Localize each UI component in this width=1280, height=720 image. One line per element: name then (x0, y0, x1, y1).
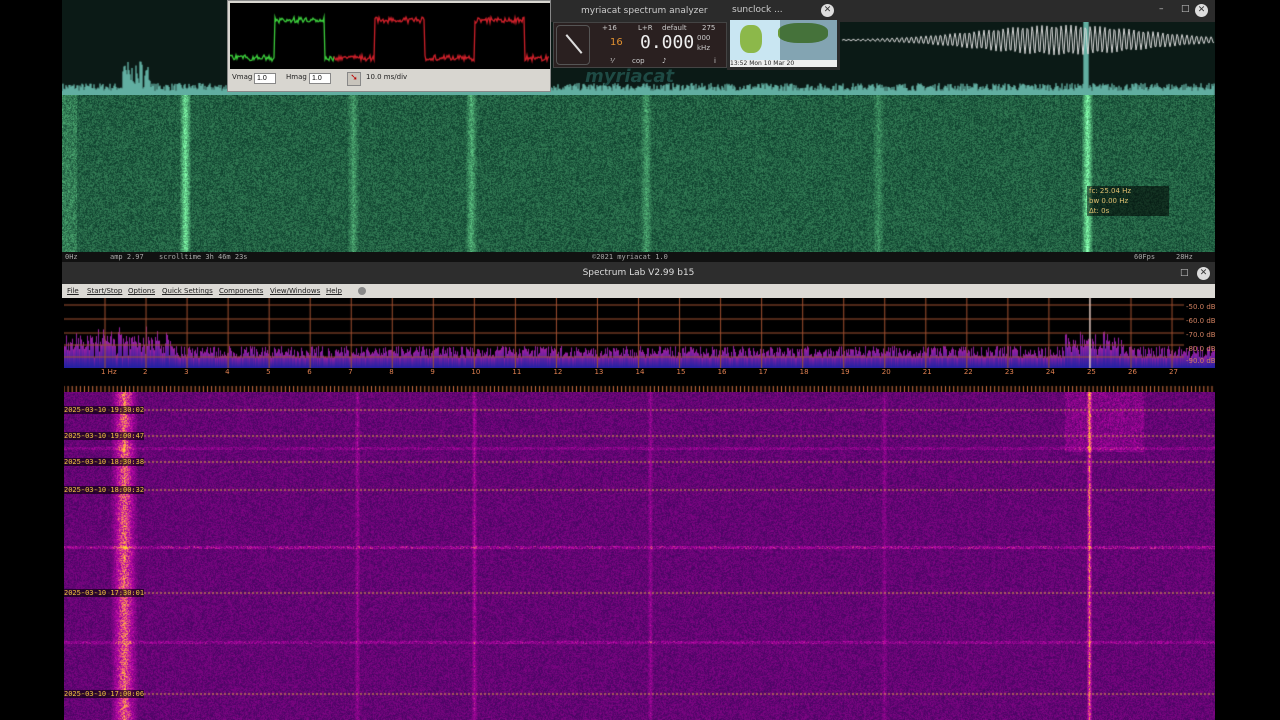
frequency-display: 0.000 (640, 32, 695, 53)
freq-tick-label: 18 (799, 368, 809, 376)
freq-tick-label: 16 (717, 368, 727, 376)
freq-tick-label: 21 (922, 368, 932, 376)
timestamp-label: 2025-03-10 18:30:38 (64, 458, 145, 466)
freq-tick-label: 5 (266, 368, 271, 376)
freq-tick-label: 25 (1086, 368, 1096, 376)
status-scrolltime: scrolltime 3h 46m 23s (159, 253, 248, 261)
top-spectrogram[interactable] (62, 95, 1215, 252)
sunclock-caption: 13:52 Mon 10 Mar 20 (730, 60, 837, 67)
freq-tick-label: 26 (1128, 368, 1137, 376)
freq-tick-label: 23 (1004, 368, 1014, 376)
freq-sub: 000 (697, 34, 711, 42)
status-credit: ©2021 myriacat 1.0 (592, 253, 668, 261)
value-275: 275 (702, 24, 716, 32)
status-fps: 60Fps (1134, 253, 1156, 261)
timestamp-label: 2025-03-10 17:30:01 (64, 589, 145, 597)
analyzer-button-1[interactable]: ⅟ (610, 57, 614, 65)
spectrum-graph[interactable] (64, 298, 1215, 368)
timestamp-label: 2025-03-10 19:00:47 (64, 432, 145, 440)
maximize-button[interactable]: □ (1181, 4, 1190, 14)
sunclock-title: sunclock ... (732, 5, 783, 15)
hmag-label: Hmag (286, 73, 307, 81)
freq-tick-label: 27 (1169, 368, 1178, 376)
vmag-input[interactable] (254, 73, 276, 84)
freq-tick-label: 20 (881, 368, 891, 376)
freq-tick-label: 11 (512, 368, 522, 376)
myriacat-watermark: myriacat (585, 66, 675, 87)
vu-meter-icon (556, 25, 590, 65)
timestamp-label: 2025-03-10 17:00:06 (64, 690, 145, 698)
spectrum-lab-title: Spectrum Lab V2.99 b15 (582, 268, 695, 278)
menu-start-stop[interactable]: Start/Stop (87, 287, 122, 295)
myriacat-titlebar: myriacat spectrum analyzer – □ ✕ (551, 0, 1215, 22)
waterfall-spectrogram[interactable] (64, 392, 1215, 720)
db-label: -60.0 dB (1186, 317, 1216, 325)
timestamp-label: 2025-03-10 18:00:32 (64, 486, 145, 494)
spectrum-lab-close[interactable]: ✕ (1197, 267, 1210, 280)
timestamp-label: 2025-03-10 19:30:02 (64, 406, 145, 414)
freq-tick-label: 17 (758, 368, 768, 376)
tooltip-dt: Δt: 0s (1089, 207, 1110, 215)
status-freq-min: 0Hz (65, 253, 78, 261)
tooltip-fc: fc: 25.04 Hz (1089, 187, 1132, 195)
top-status-bar: 0Hz amp 2.97 scrolltime 3h 46m 23s ©2021… (62, 252, 1215, 262)
frequency-tooltip: fc: 25.04 Hz bw 0.00 Hz Δt: 0s (1087, 186, 1169, 216)
close-button[interactable]: ✕ (1195, 4, 1208, 17)
minimize-button[interactable]: – (1159, 4, 1164, 14)
cursor-icon[interactable]: ➘ (347, 72, 361, 86)
freq-tick-label: 12 (553, 368, 563, 376)
vmag-label: Vmag (232, 73, 253, 81)
freq-tick-label: 1 Hz (101, 368, 117, 376)
freq-unit: kHz (697, 44, 710, 52)
sunclock-close-button[interactable]: ✕ (821, 4, 834, 17)
freq-tick-label: 9 (430, 368, 435, 376)
db-label: -90.0 dB (1186, 357, 1216, 365)
gain: +16 (602, 24, 617, 32)
freq-tick-label: 10 (471, 368, 481, 376)
digit-display: 16 (610, 37, 623, 48)
freq-tick-label: 6 (307, 368, 312, 376)
freq-tick-label: 7 (348, 368, 353, 376)
status-freq-max: 28Hz (1176, 253, 1193, 261)
spectrum-lab-titlebar: Spectrum Lab V2.99 b15 □ ✕ (62, 262, 1215, 284)
menu-help[interactable]: Help (326, 287, 342, 295)
hmag-input[interactable] (309, 73, 331, 84)
window-title: myriacat spectrum analyzer (581, 6, 708, 16)
freq-tick-label: 4 (225, 368, 230, 376)
analyzer-button-cop[interactable]: cop (632, 57, 645, 65)
freq-tick-label: 19 (840, 368, 850, 376)
status-amp: amp 2.97 (110, 253, 144, 261)
freq-tick-label: 3 (184, 368, 189, 376)
menu-file[interactable]: File (67, 287, 79, 295)
menu-components[interactable]: Components (219, 287, 263, 295)
preset: default (662, 24, 687, 32)
db-label: -80.0 dB (1186, 345, 1216, 353)
menu-bar: File Start/Stop Options Quick Settings C… (62, 284, 1215, 298)
timebase-label: 10.0 ms/div (366, 73, 408, 81)
oscilloscope-window: Vmag Hmag ➘ 10.0 ms/div (227, 0, 551, 92)
menu-view-windows[interactable]: View/Windows (270, 287, 320, 295)
channel: L+R (638, 24, 653, 32)
db-label: -70.0 dB (1186, 331, 1216, 339)
tooltip-bw: bw 0.00 Hz (1089, 197, 1129, 205)
scope-trace (230, 3, 550, 69)
freq-tick-label: 2 (143, 368, 148, 376)
freq-tick-label: 13 (594, 368, 604, 376)
menu-quick-settings[interactable]: Quick Settings (162, 287, 213, 295)
spectrum-lab-maximize[interactable]: □ (1180, 262, 1189, 284)
info-button[interactable]: i (714, 57, 716, 65)
analyzer-panel: +16 L+R default 275 16 0.000 000 kHz ⅟ c… (553, 22, 727, 68)
menu-options[interactable]: Options (128, 287, 155, 295)
db-label: -50.0 dB (1186, 303, 1216, 311)
freq-tick-label: 14 (635, 368, 645, 376)
status-indicator-icon (358, 287, 366, 295)
world-map (730, 20, 837, 60)
freq-tick-label: 24 (1045, 368, 1055, 376)
freq-tick-label: 22 (963, 368, 973, 376)
freq-tick-label: 8 (389, 368, 394, 376)
freq-tick-label: 15 (676, 368, 686, 376)
analyzer-button-note[interactable]: ♪ (662, 57, 666, 65)
